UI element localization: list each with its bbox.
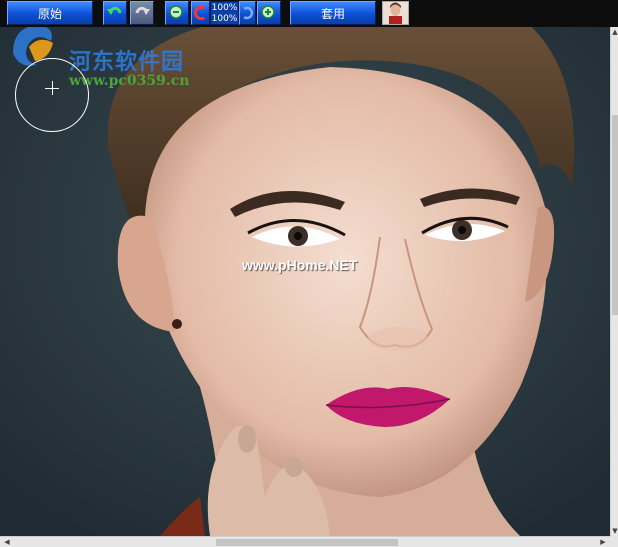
rotate-left-button[interactable] — [191, 1, 210, 25]
scroll-up-arrow-icon[interactable]: ▲ — [611, 27, 618, 37]
redo-icon — [135, 6, 150, 15]
scroll-right-arrow-icon[interactable]: ▶ — [598, 537, 608, 547]
toolbar: 原始 100% 100% 套用 — [0, 0, 618, 27]
image-canvas[interactable]: 河东软件园 www.pc0359.cn www.pHome.NET — [0, 27, 610, 536]
preset-thumbnail[interactable] — [382, 1, 409, 25]
original-button-label: 原始 — [37, 6, 62, 21]
watermark-site-name: 河东软件园 — [69, 49, 185, 75]
horizontal-scrollbar[interactable]: ◀ ▶ — [0, 536, 610, 547]
apply-button[interactable]: 套用 — [290, 1, 376, 25]
undo-button[interactable] — [103, 1, 127, 25]
brush-cursor — [15, 58, 89, 132]
rotate-left-icon — [194, 5, 206, 21]
undo-icon — [107, 6, 122, 15]
zoom-in-button[interactable] — [257, 1, 281, 25]
scrollbar-corner — [610, 536, 618, 547]
original-button[interactable]: 原始 — [7, 1, 93, 25]
redo-button[interactable] — [130, 1, 154, 25]
watermark-phome: www.pHome.NET — [242, 257, 358, 273]
photo-editor-window: 原始 100% 100% 套用 河东软件园 www.pc0359.cn www.… — [0, 0, 618, 547]
rotate-right-button[interactable] — [239, 1, 256, 25]
zoom-out-icon — [169, 5, 183, 19]
rotate-right-icon — [243, 6, 254, 20]
apply-button-label: 套用 — [320, 6, 345, 21]
portrait-photo — [0, 27, 610, 536]
crosshair-vertical — [52, 81, 53, 95]
zoom-out-button[interactable] — [165, 1, 189, 25]
portrait-thumbnail-icon — [383, 2, 408, 24]
zoom-level-bottom: 100% — [211, 14, 238, 24]
scroll-left-arrow-icon[interactable]: ◀ — [2, 537, 12, 547]
horizontal-scroll-thumb[interactable] — [216, 539, 398, 546]
zoom-level-readout: 100% 100% — [210, 1, 239, 25]
scroll-down-arrow-icon[interactable]: ▼ — [611, 526, 618, 536]
zoom-level-top: 100% — [211, 3, 238, 13]
zoom-in-icon — [261, 5, 275, 19]
vertical-scrollbar[interactable]: ▲ ▼ — [610, 27, 618, 536]
vertical-scroll-thumb[interactable] — [612, 115, 618, 315]
